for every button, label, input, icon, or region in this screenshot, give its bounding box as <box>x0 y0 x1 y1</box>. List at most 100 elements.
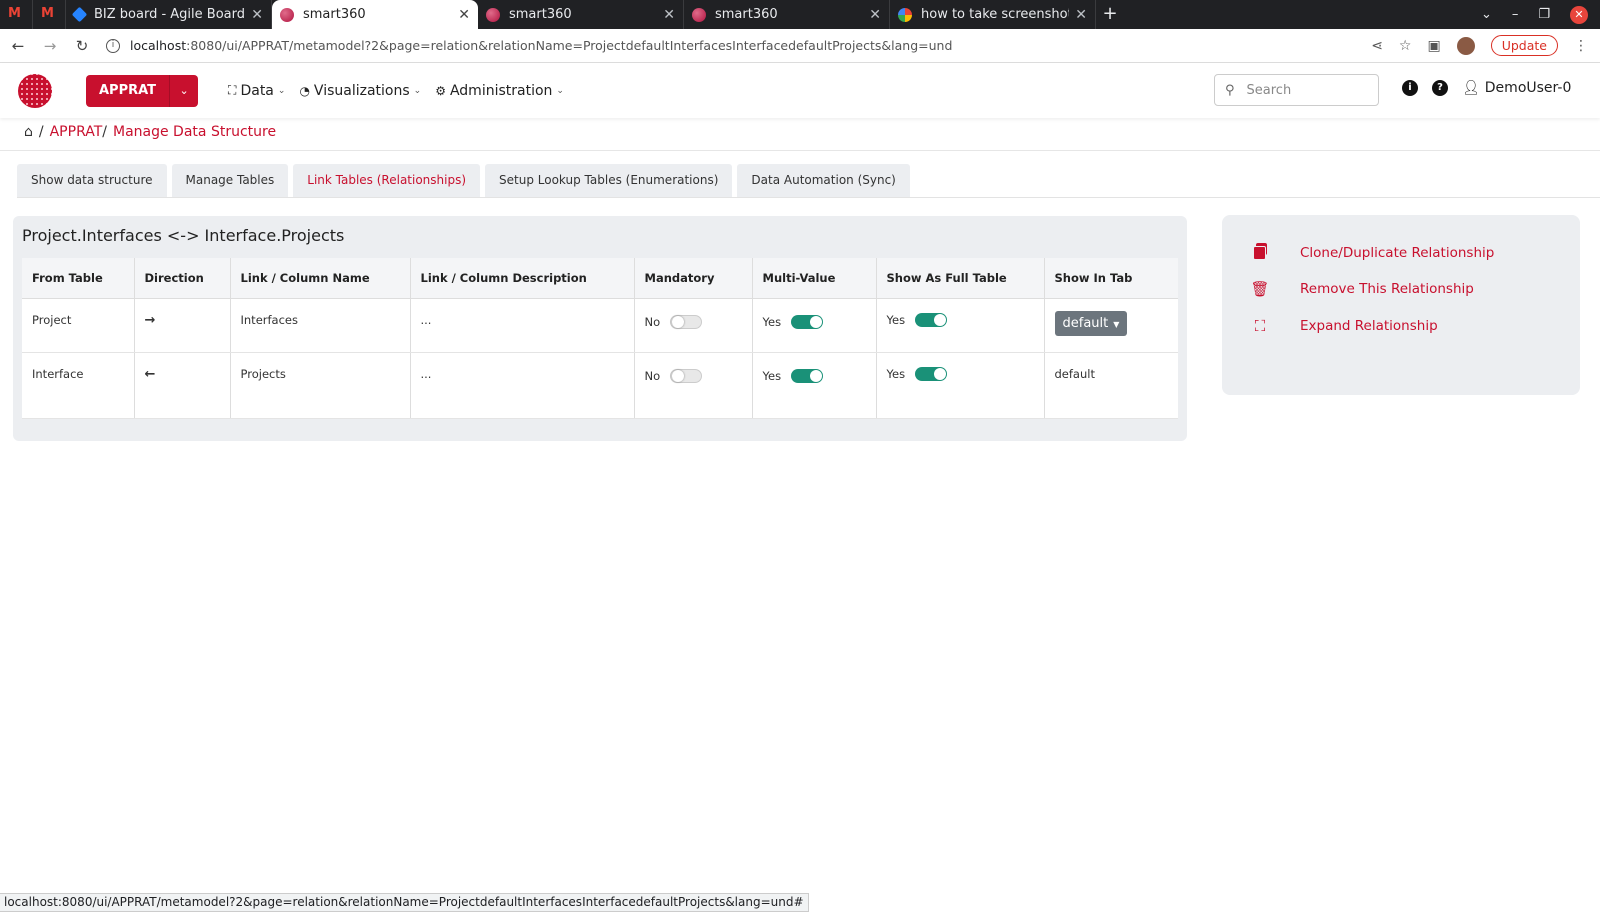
column-header: Link / Column Description <box>410 258 635 299</box>
close-tab-icon[interactable]: ✕ <box>663 7 675 23</box>
browser-update-button[interactable]: Update <box>1490 35 1558 56</box>
kebab-menu-icon[interactable]: ⋮ <box>1574 38 1588 54</box>
mandatory-toggle[interactable] <box>670 314 703 329</box>
gmail-icon <box>41 6 57 21</box>
tab-show-data-structure[interactable]: Show data structure <box>17 164 167 197</box>
tab-manage-tables[interactable]: Manage Tables <box>171 164 289 197</box>
google-icon <box>898 7 912 22</box>
close-tab-icon[interactable]: ✕ <box>1075 7 1087 23</box>
user-menu[interactable]: 👤︎ DemoUser-0 <box>1462 80 1571 96</box>
clone-relationship-link[interactable]: Clone/Duplicate Relationship <box>1250 243 1494 262</box>
column-name-cell[interactable]: Interfaces <box>230 298 411 353</box>
main-menu: ⛶ Data ⌄ ◔ Visualizations ⌄ ⚙ Administra… <box>228 83 564 99</box>
breadcrumb-app-link[interactable]: APPRAT <box>50 124 103 140</box>
page-tabs: Show data structure Manage Tables Link T… <box>17 164 910 197</box>
browser-tab[interactable]: how to take screenshot in ✕ <box>890 0 1096 29</box>
address-bar: ← → ↻ i localhost:8080/ui/APPRAT/metamod… <box>0 29 1600 63</box>
minimize-icon[interactable]: – <box>1512 7 1519 22</box>
new-tab-button[interactable]: + <box>1096 0 1124 29</box>
browser-tab[interactable]: smart360 ✕ <box>478 0 684 29</box>
site-info-icon[interactable]: i <box>106 38 120 53</box>
close-window-icon[interactable]: ✕ <box>1570 5 1588 24</box>
column-header: Mandatory <box>634 258 753 299</box>
breadcrumb: ⌂ / APPRAT / Manage Data Structure <box>24 124 277 140</box>
forward-icon[interactable]: → <box>36 37 64 55</box>
chevron-down-icon[interactable]: ⌄ <box>169 74 198 107</box>
chart-pie-icon: ◔ <box>299 83 310 98</box>
mandatory-toggle[interactable] <box>670 368 703 383</box>
pinned-tab-gmail-2[interactable] <box>33 0 66 29</box>
column-description-cell[interactable]: ... <box>410 298 635 353</box>
close-tab-icon[interactable]: ✕ <box>869 7 881 23</box>
back-icon[interactable]: ← <box>4 37 32 55</box>
trash-icon: 🗑︎ <box>1250 280 1270 298</box>
gmail-icon <box>8 6 24 21</box>
full-table-cell: Yes <box>876 352 1045 419</box>
tab-link-tables[interactable]: Link Tables (Relationships) <box>293 164 481 197</box>
info-icon[interactable]: i <box>1402 80 1418 96</box>
caret-down-icon: ▼ <box>1113 319 1120 329</box>
browser-tab[interactable]: BIZ board - Agile Board - J ✕ <box>66 0 272 29</box>
breadcrumb-page-link[interactable]: Manage Data Structure <box>113 124 276 140</box>
smart360-logo[interactable] <box>18 73 52 108</box>
menu-visualizations[interactable]: ◔ Visualizations ⌄ <box>299 83 421 99</box>
full-table-toggle[interactable] <box>915 312 948 327</box>
app-switcher-button[interactable]: APPRAT ⌄ <box>86 74 199 107</box>
multi-value-toggle[interactable] <box>791 314 824 329</box>
app-header: APPRAT ⌄ ⛶ Data ⌄ ◔ Visualizations ⌄ ⚙ A… <box>0 63 1600 118</box>
expand-relationship-link[interactable]: ⛶ Expand Relationship <box>1250 317 1438 335</box>
multi-value-toggle[interactable] <box>791 368 824 383</box>
profile-avatar[interactable] <box>1456 36 1475 55</box>
mandatory-cell: No <box>634 352 753 419</box>
divider <box>17 197 1600 198</box>
browser-tab-bar: BIZ board - Agile Board - J ✕ smart360 ✕… <box>0 0 1600 29</box>
divider <box>0 150 1600 151</box>
relationship-title: Project.Interfaces <-> Interface.Project… <box>22 226 345 245</box>
chevron-down-icon: ⌄ <box>413 85 422 96</box>
menu-administration[interactable]: ⚙ Administration ⌄ <box>435 83 564 99</box>
search-icon: ⚲ <box>1225 82 1235 98</box>
restore-icon[interactable]: ❐ <box>1538 7 1550 22</box>
pinned-tab-gmail[interactable] <box>0 0 33 29</box>
remove-relationship-link[interactable]: 🗑︎ Remove This Relationship <box>1250 280 1473 298</box>
browser-tab-active[interactable]: smart360 ✕ <box>272 0 478 29</box>
url-input[interactable]: i localhost:8080/ui/APPRAT/metamodel?2&p… <box>106 33 1371 59</box>
full-table-toggle[interactable] <box>915 366 948 381</box>
table-row: Project → Interfaces ... No Yes Yes defa… <box>22 298 1178 353</box>
column-name-cell[interactable]: Projects <box>230 352 411 419</box>
multi-value-cell: Yes <box>752 352 877 419</box>
menu-data[interactable]: ⛶ Data ⌄ <box>228 83 285 99</box>
show-in-tab-cell: default ▼ <box>1044 298 1178 353</box>
side-panel-icon[interactable]: ▣ <box>1427 38 1440 54</box>
arrow-left-icon: ← <box>134 352 231 419</box>
column-header: Link / Column Name <box>230 258 411 299</box>
smart360-icon <box>486 7 500 22</box>
tab-search-icon[interactable]: ⌄ <box>1481 7 1492 22</box>
jira-icon <box>71 6 88 23</box>
tab-data-automation[interactable]: Data Automation (Sync) <box>737 164 910 197</box>
help-icon[interactable]: ? <box>1432 80 1448 96</box>
close-tab-icon[interactable]: ✕ <box>458 7 470 23</box>
copy-icon <box>1253 243 1267 260</box>
browser-tab[interactable]: smart360 ✕ <box>684 0 890 29</box>
home-icon[interactable]: ⌂ <box>24 124 33 140</box>
mandatory-cell: No <box>634 298 753 353</box>
column-description-cell[interactable]: ... <box>410 352 635 419</box>
close-tab-icon[interactable]: ✕ <box>251 7 263 23</box>
user-icon: 👤︎ <box>1462 80 1480 96</box>
share-icon[interactable]: ⋖ <box>1371 38 1383 54</box>
search-input[interactable]: ⚲ Search <box>1214 74 1379 106</box>
bookmark-star-icon[interactable]: ☆ <box>1399 38 1412 54</box>
tab-lookup-tables[interactable]: Setup Lookup Tables (Enumerations) <box>485 164 733 197</box>
full-table-cell: Yes <box>876 298 1045 353</box>
arrow-right-icon: → <box>134 298 231 353</box>
from-table-cell: Project <box>22 298 135 353</box>
column-header: Direction <box>134 258 231 299</box>
column-header: Show In Tab <box>1044 258 1178 299</box>
multi-value-cell: Yes <box>752 298 877 353</box>
reload-icon[interactable]: ↻ <box>68 37 96 55</box>
column-header: Show As Full Table <box>876 258 1045 299</box>
table-row: Interface ← Projects ... No Yes Yes defa… <box>22 352 1178 419</box>
chevron-down-icon: ⌄ <box>277 85 286 96</box>
show-in-tab-dropdown[interactable]: default ▼ <box>1054 310 1128 336</box>
